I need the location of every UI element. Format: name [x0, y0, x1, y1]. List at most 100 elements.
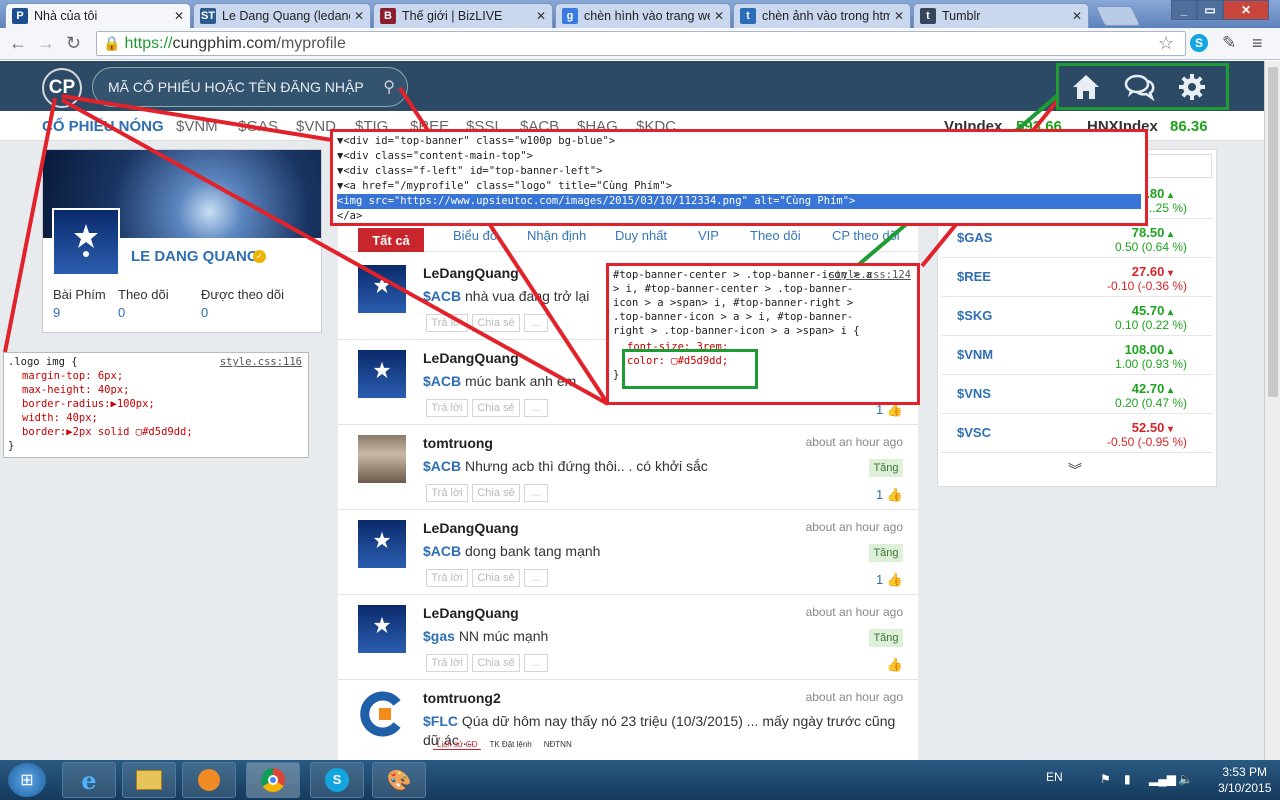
language-indicator[interactable]: EN — [1046, 770, 1063, 784]
tab-all[interactable]: Tất cả — [358, 228, 424, 252]
post-avatar[interactable] — [358, 435, 406, 483]
tray-network-icon[interactable]: ▂▄▆ — [1149, 772, 1176, 786]
tray-flag-icon[interactable]: ⚑ — [1100, 772, 1111, 786]
share-button[interactable]: Chia sẻ — [472, 569, 520, 587]
post-username[interactable]: tomtruong — [423, 435, 493, 451]
css-property[interactable]: width: 40px; — [8, 411, 304, 425]
post-username[interactable]: LeDangQuang — [423, 350, 519, 366]
page-scrollbar[interactable] — [1264, 61, 1280, 760]
watch-symbol[interactable]: $VSC — [957, 425, 991, 440]
dom-line[interactable]: ▼<a href="/myprofile" class="logo" title… — [337, 179, 1141, 194]
css-property[interactable]: margin-top: 6px; — [8, 369, 304, 383]
expand-more-icon[interactable]: ︾ — [1068, 460, 1082, 480]
stat-value[interactable]: 0 — [118, 305, 125, 320]
post-symbol[interactable]: $ACB — [423, 543, 461, 559]
close-tab-icon[interactable]: ✕ — [174, 9, 184, 23]
share-button[interactable]: Chia sẻ — [472, 484, 520, 502]
browser-tab[interactable]: P Nhà của tôi ✕ — [5, 3, 191, 28]
close-window-button[interactable]: ✕ — [1223, 0, 1269, 20]
skype-extension-icon[interactable]: S — [1190, 34, 1208, 52]
paint-icon[interactable]: 🎨 — [372, 762, 426, 798]
dom-line[interactable]: ▼<div class="f-left" id="top-banner-left… — [337, 164, 1141, 179]
dom-line[interactable]: ▼<div id="top-banner" class="w100p bg-bl… — [337, 134, 1141, 149]
tab-following[interactable]: Theo dõi — [750, 228, 801, 243]
stat-value[interactable]: 0 — [201, 305, 208, 320]
like-button[interactable]: 👍 — [887, 657, 903, 673]
reply-button[interactable]: Trả lời — [426, 399, 468, 417]
forward-icon[interactable]: → — [37, 33, 55, 54]
post-symbol[interactable]: $ACB — [423, 288, 461, 304]
css-property[interactable]: border-radius:▶100px; — [8, 397, 304, 411]
reply-button[interactable]: Trả lời — [426, 484, 468, 502]
menu-icon[interactable]: ≡ — [1252, 33, 1263, 54]
post-avatar[interactable] — [358, 520, 406, 568]
reply-button[interactable]: Trả lời — [426, 654, 468, 672]
css-source-link[interactable]: style.css:124 — [829, 268, 911, 282]
browser-tab[interactable]: t chèn ảnh vào trong htm ✕ — [733, 3, 911, 28]
tray-volume-icon[interactable]: 🔈 — [1178, 772, 1193, 786]
chrome-icon[interactable] — [246, 762, 300, 798]
tab-vip[interactable]: VIP — [698, 228, 719, 243]
watch-symbol[interactable]: $SKG — [957, 308, 992, 323]
back-icon[interactable]: ← — [9, 33, 27, 54]
browser-tab[interactable]: ST Le Dang Quang (ledang ✕ — [193, 3, 371, 28]
more-button[interactable]: ... — [524, 569, 548, 587]
post-symbol[interactable]: $ACB — [423, 458, 461, 474]
browser-tab[interactable]: B Thế giới | BizLIVE ✕ — [373, 3, 553, 28]
more-button[interactable]: ... — [524, 484, 548, 502]
post-username[interactable]: LeDangQuang — [423, 605, 519, 621]
eyedropper-extension-icon[interactable]: ✎ — [1222, 33, 1236, 53]
site-logo[interactable]: CP — [42, 68, 82, 108]
post-avatar[interactable] — [358, 350, 406, 398]
more-button[interactable]: ... — [524, 399, 548, 417]
watch-symbol[interactable]: $VNM — [957, 347, 993, 362]
close-tab-icon[interactable]: ✕ — [894, 9, 904, 23]
post-symbol[interactable]: $FLC — [423, 713, 458, 729]
bookmark-star-icon[interactable]: ☆ — [1158, 33, 1174, 54]
more-button[interactable]: ... — [524, 654, 548, 672]
browser-tab[interactable]: g chèn hình vào trang we ✕ — [555, 3, 731, 28]
close-tab-icon[interactable]: ✕ — [536, 9, 546, 23]
close-tab-icon[interactable]: ✕ — [354, 9, 364, 23]
share-button[interactable]: Chia sẻ — [472, 399, 520, 417]
ticker-symbol[interactable]: $VNM — [176, 118, 218, 135]
post-avatar[interactable] — [358, 605, 406, 653]
post-avatar[interactable] — [358, 265, 406, 313]
avatar[interactable] — [52, 208, 120, 276]
watchlist-row[interactable]: $SKG 45.70 ▴ 0.10 (0.22 %) — [941, 298, 1213, 336]
watch-symbol[interactable]: $REE — [957, 269, 991, 284]
post-username[interactable]: tomtruong2 — [423, 690, 501, 706]
watchlist-row[interactable]: $VSC 52.50 ▾ -0.50 (-0.95 %) — [941, 415, 1213, 453]
close-tab-icon[interactable]: ✕ — [714, 9, 724, 23]
watchlist-row[interactable]: $VNS 42.70 ▴ 0.20 (0.47 %) — [941, 376, 1213, 414]
tab-charts[interactable]: Biểu đồ — [453, 228, 497, 243]
maximize-button[interactable]: ▭ — [1197, 0, 1223, 20]
more-button[interactable]: ... — [524, 314, 548, 332]
like-button[interactable]: 1 👍 — [876, 572, 903, 588]
profile-name[interactable]: LE DANG QUANG — [131, 248, 259, 265]
explorer-icon[interactable] — [122, 762, 176, 798]
watch-symbol[interactable]: $VNS — [957, 386, 991, 401]
tab-analysis[interactable]: Nhận định — [527, 228, 586, 243]
dom-line[interactable]: ▼<div class="content-main-top"> — [337, 149, 1141, 164]
post-username[interactable]: LeDangQuang — [423, 265, 519, 281]
post-username[interactable]: LeDangQuang — [423, 520, 519, 536]
skype-icon[interactable]: S — [310, 762, 364, 798]
share-button[interactable]: Chia sẻ — [472, 314, 520, 332]
watchlist-row[interactable]: $REE 27.60 ▾ -0.10 (-0.36 %) — [941, 259, 1213, 297]
ie-icon[interactable]: e — [62, 762, 116, 798]
tray-power-icon[interactable]: ▮ — [1124, 772, 1131, 786]
stat-value[interactable]: 9 — [53, 305, 60, 320]
address-bar[interactable]: 🔒 https://cungphim.com/myprofile — [96, 31, 1186, 56]
ticker-symbol[interactable]: $GAS — [238, 118, 278, 135]
minimize-button[interactable]: _ — [1171, 0, 1197, 20]
share-button[interactable]: Chia sẻ — [472, 654, 520, 672]
watchlist-row[interactable]: $VNM 108.00 ▴ 1.00 (0.93 %) — [941, 337, 1213, 375]
reload-icon[interactable]: ↻ — [66, 33, 81, 54]
post-symbol[interactable]: $gas — [423, 628, 455, 644]
search-input[interactable]: MÃ CỔ PHIẾU HOẶC TÊN ĐĂNG NHẬP ⚲ — [92, 67, 408, 107]
search-icon[interactable]: ⚲ — [383, 77, 395, 97]
tab-unique[interactable]: Duy nhất — [615, 228, 667, 243]
css-property[interactable]: max-height: 40px; — [8, 383, 304, 397]
dom-line-selected[interactable]: <img src="https://www.upsieutoc.com/imag… — [337, 194, 1141, 209]
